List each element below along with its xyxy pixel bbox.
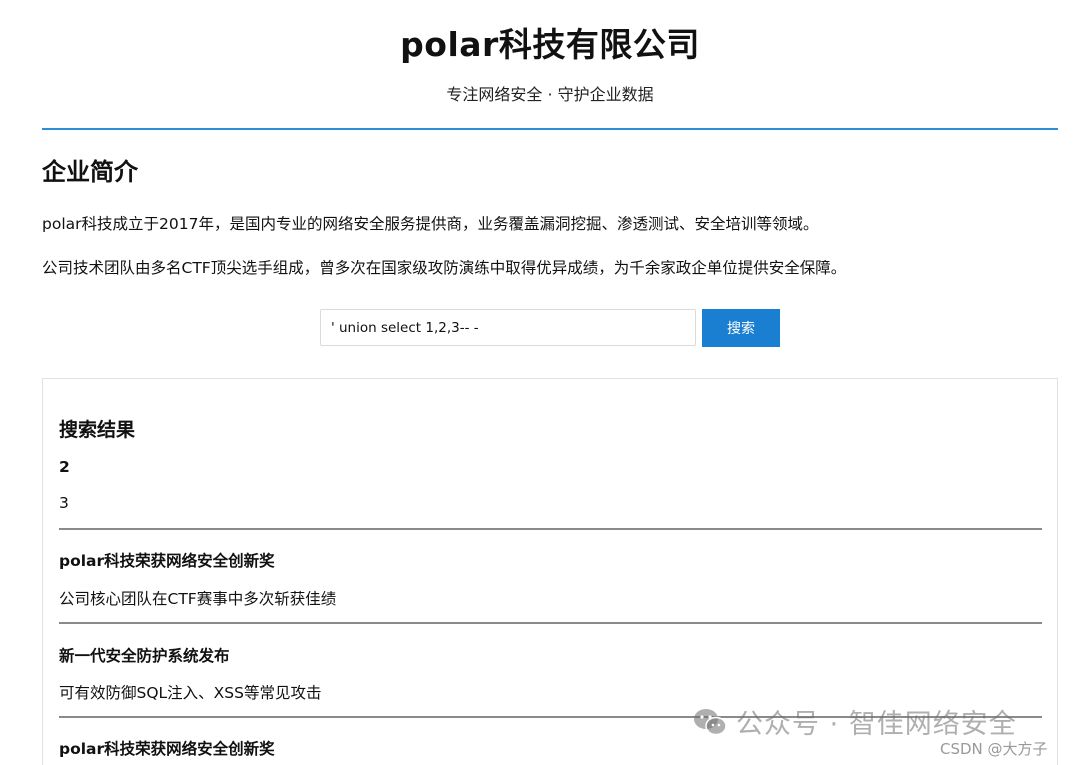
result-title: 2 [59, 458, 70, 476]
wechat-watermark-text: 公众号 · 智佳网络安全 [736, 709, 1017, 740]
result-title: polar科技荣获网络安全创新奖 [59, 552, 275, 570]
result-divider [59, 622, 1042, 624]
result-description: 3 [59, 494, 69, 512]
site-title: polar科技有限公司 [400, 25, 700, 64]
page: polar科技有限公司 专注网络安全 · 守护企业数据 企业简介 polar科技… [0, 0, 1080, 765]
result-title: polar科技荣获网络安全创新奖 [59, 740, 275, 758]
results-title: 搜索结果 [59, 419, 136, 441]
result-description: 公司核心团队在CTF赛事中多次斩获佳绩 [59, 590, 337, 608]
intro-paragraph: 公司技术团队由多名CTF顶尖选手组成，曾多次在国家级攻防演练中取得优异成绩，为千… [42, 259, 847, 277]
search-button[interactable]: 搜索 [702, 309, 780, 347]
result-divider [59, 528, 1042, 530]
csdn-watermark: CSDN @大方子 [940, 740, 1048, 758]
wechat-icon [694, 709, 727, 736]
result-title: 新一代安全防护系统发布 [59, 647, 230, 665]
intro-paragraph: polar科技成立于2017年，是国内专业的网络安全服务提供商，业务覆盖漏洞挖掘… [42, 215, 819, 233]
result-description: 可有效防御SQL注入、XSS等常见攻击 [59, 684, 322, 702]
site-tagline: 专注网络安全 · 守护企业数据 [446, 85, 654, 104]
site-header: polar科技有限公司 专注网络安全 · 守护企业数据 [42, 0, 1058, 130]
search-input[interactable] [320, 309, 696, 346]
wechat-watermark: 公众号 · 智佳网络安全 [692, 702, 1017, 741]
intro-heading: 企业简介 [42, 158, 138, 186]
